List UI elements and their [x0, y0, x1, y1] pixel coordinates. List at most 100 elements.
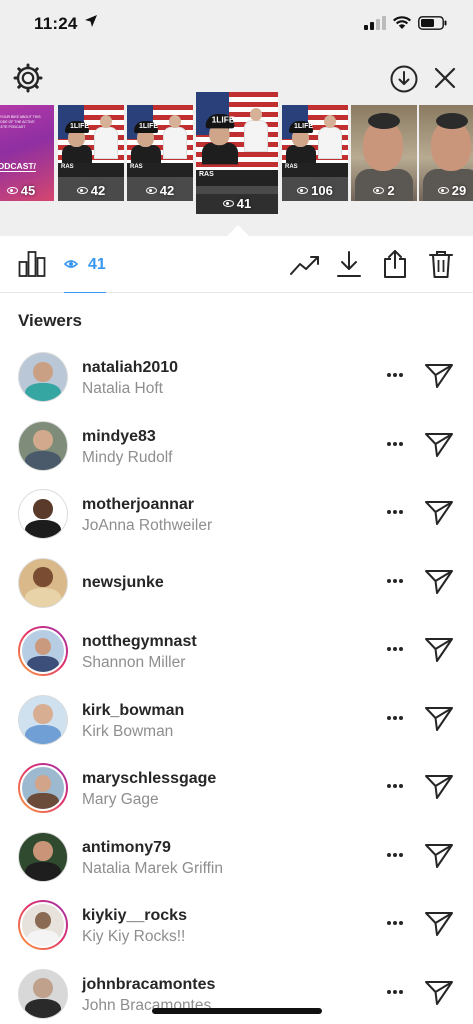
avatar[interactable] [18, 489, 68, 539]
view-count: 42 [58, 183, 124, 198]
trend-icon[interactable] [290, 254, 320, 276]
eye-icon [6, 187, 18, 194]
view-count: 41 [196, 194, 278, 214]
viewer-row[interactable]: motherjoannar JoAnna Rothweiler [0, 477, 473, 546]
thumbnail-band: RAS [127, 163, 193, 177]
story-thumbnail-selected[interactable]: 1LIFE RAS 41 [196, 92, 278, 214]
send-message-icon[interactable] [424, 910, 454, 938]
story-thumbnail[interactable]: 1LIFE RAS 106 [282, 105, 348, 201]
more-options-icon[interactable] [382, 913, 410, 933]
avatar[interactable] [18, 626, 68, 676]
eye-icon [437, 187, 449, 194]
wifi-icon [393, 16, 411, 29]
more-options-icon[interactable] [382, 571, 410, 591]
viewer-row[interactable]: kirk_bowman Kirk Bowman [0, 683, 473, 752]
viewers-count: 41 [88, 256, 106, 273]
more-options-icon[interactable] [382, 982, 410, 1002]
viewer-row[interactable]: antimony79 Natalia Marek Griffin [0, 820, 473, 889]
share-icon[interactable] [382, 249, 408, 279]
viewer-full-name: Shannon Miller [82, 654, 186, 671]
view-count: 106 [282, 183, 348, 198]
location-arrow-icon [85, 15, 97, 27]
viewer-username[interactable]: notthegymnast [82, 633, 197, 651]
face-image [431, 113, 471, 171]
send-message-icon[interactable] [424, 362, 454, 390]
view-count: 45 [0, 183, 54, 198]
gear-icon[interactable] [12, 62, 44, 94]
eye-icon [64, 260, 78, 268]
more-options-icon[interactable] [382, 708, 410, 728]
viewer-row[interactable]: maryschlessgage Mary Gage [0, 751, 473, 820]
more-options-icon[interactable] [382, 365, 410, 385]
avatar[interactable] [18, 763, 68, 813]
viewers-tab[interactable]: 41 [64, 252, 106, 293]
more-options-icon[interactable] [382, 845, 410, 865]
more-options-icon[interactable] [382, 502, 410, 522]
story-thumbnail[interactable]: 1LIFE RAS 42 [58, 105, 124, 201]
more-options-icon[interactable] [382, 776, 410, 796]
person-image: 1LIFE [202, 114, 238, 165]
thumbnail-caption: ASK YOUR BIKE ABOUT THIS EPISODE OF THE … [0, 115, 41, 129]
send-message-icon[interactable] [424, 979, 454, 1007]
avatar[interactable] [18, 557, 68, 608]
view-count: 42 [127, 183, 193, 198]
tab-underline [64, 292, 106, 293]
face-image [363, 113, 403, 171]
avatar[interactable] [18, 694, 68, 745]
viewer-username[interactable]: maryschlessgage [82, 770, 216, 788]
send-message-icon[interactable] [424, 568, 454, 596]
send-message-icon[interactable] [424, 499, 454, 527]
eye-icon [297, 187, 309, 194]
send-message-icon[interactable] [424, 636, 454, 664]
viewer-username[interactable]: antimony79 [82, 839, 171, 857]
story-thumbnail[interactable]: 29 [419, 105, 473, 201]
person-image: 1LIFE [62, 121, 92, 163]
viewer-row[interactable]: newsjunke [0, 546, 473, 615]
view-count: 2 [351, 183, 417, 198]
eye-icon [222, 200, 234, 207]
bar-chart-icon[interactable] [18, 250, 46, 278]
story-thumbnail[interactable]: 1LIFE RAS 42 [127, 105, 193, 201]
viewer-row[interactable]: kiykiy__rocks Kiy Kiy Rocks!! [0, 888, 473, 957]
send-message-icon[interactable] [424, 431, 454, 459]
viewer-username[interactable]: motherjoannar [82, 496, 194, 514]
thumbnail-label: PODCAST/ [0, 161, 36, 172]
download-circle-icon[interactable] [389, 64, 419, 94]
viewer-list: nataliah2010 Natalia Hoft mindye83 Mindy… [0, 340, 473, 1024]
avatar[interactable] [18, 831, 68, 882]
viewer-row[interactable]: mindye83 Mindy Rudolf [0, 409, 473, 478]
viewers-section-title: Viewers [18, 311, 82, 330]
more-options-icon[interactable] [382, 639, 410, 659]
viewer-username[interactable]: nataliah2010 [82, 359, 178, 377]
viewer-row[interactable]: notthegymnast Shannon Miller [0, 614, 473, 683]
viewer-username[interactable]: johnbracamontes [82, 976, 215, 994]
status-time: 11:24 [34, 14, 78, 33]
avatar[interactable] [18, 900, 68, 950]
avatar[interactable] [18, 420, 68, 471]
close-icon[interactable] [432, 65, 458, 91]
status-bar: 11:24 [0, 0, 473, 48]
story-toolbar: 41 [0, 236, 473, 293]
send-message-icon[interactable] [424, 773, 454, 801]
person-image [163, 115, 187, 159]
thumbnail-band: RAS [282, 163, 348, 177]
eye-icon [145, 187, 157, 194]
viewer-username[interactable]: mindye83 [82, 428, 156, 446]
view-count: 29 [419, 183, 473, 198]
avatar[interactable] [18, 968, 68, 1019]
send-message-icon[interactable] [424, 842, 454, 870]
more-options-icon[interactable] [382, 434, 410, 454]
viewer-username[interactable]: kirk_bowman [82, 702, 184, 720]
person-image: 1LIFE [286, 121, 316, 163]
avatar[interactable] [18, 352, 68, 402]
story-thumbnail[interactable]: 2 [351, 105, 417, 201]
download-icon[interactable] [336, 250, 362, 278]
viewer-row[interactable]: nataliah2010 Natalia Hoft [0, 340, 473, 409]
trash-icon[interactable] [428, 249, 454, 279]
viewer-username[interactable]: kiykiy__rocks [82, 907, 187, 925]
home-indicator[interactable] [152, 1008, 322, 1014]
story-thumbnail[interactable]: ASK YOUR BIKE ABOUT THIS EPISODE OF THE … [0, 105, 54, 201]
person-image [94, 115, 118, 159]
viewer-username[interactable]: newsjunke [82, 574, 164, 592]
send-message-icon[interactable] [424, 705, 454, 733]
